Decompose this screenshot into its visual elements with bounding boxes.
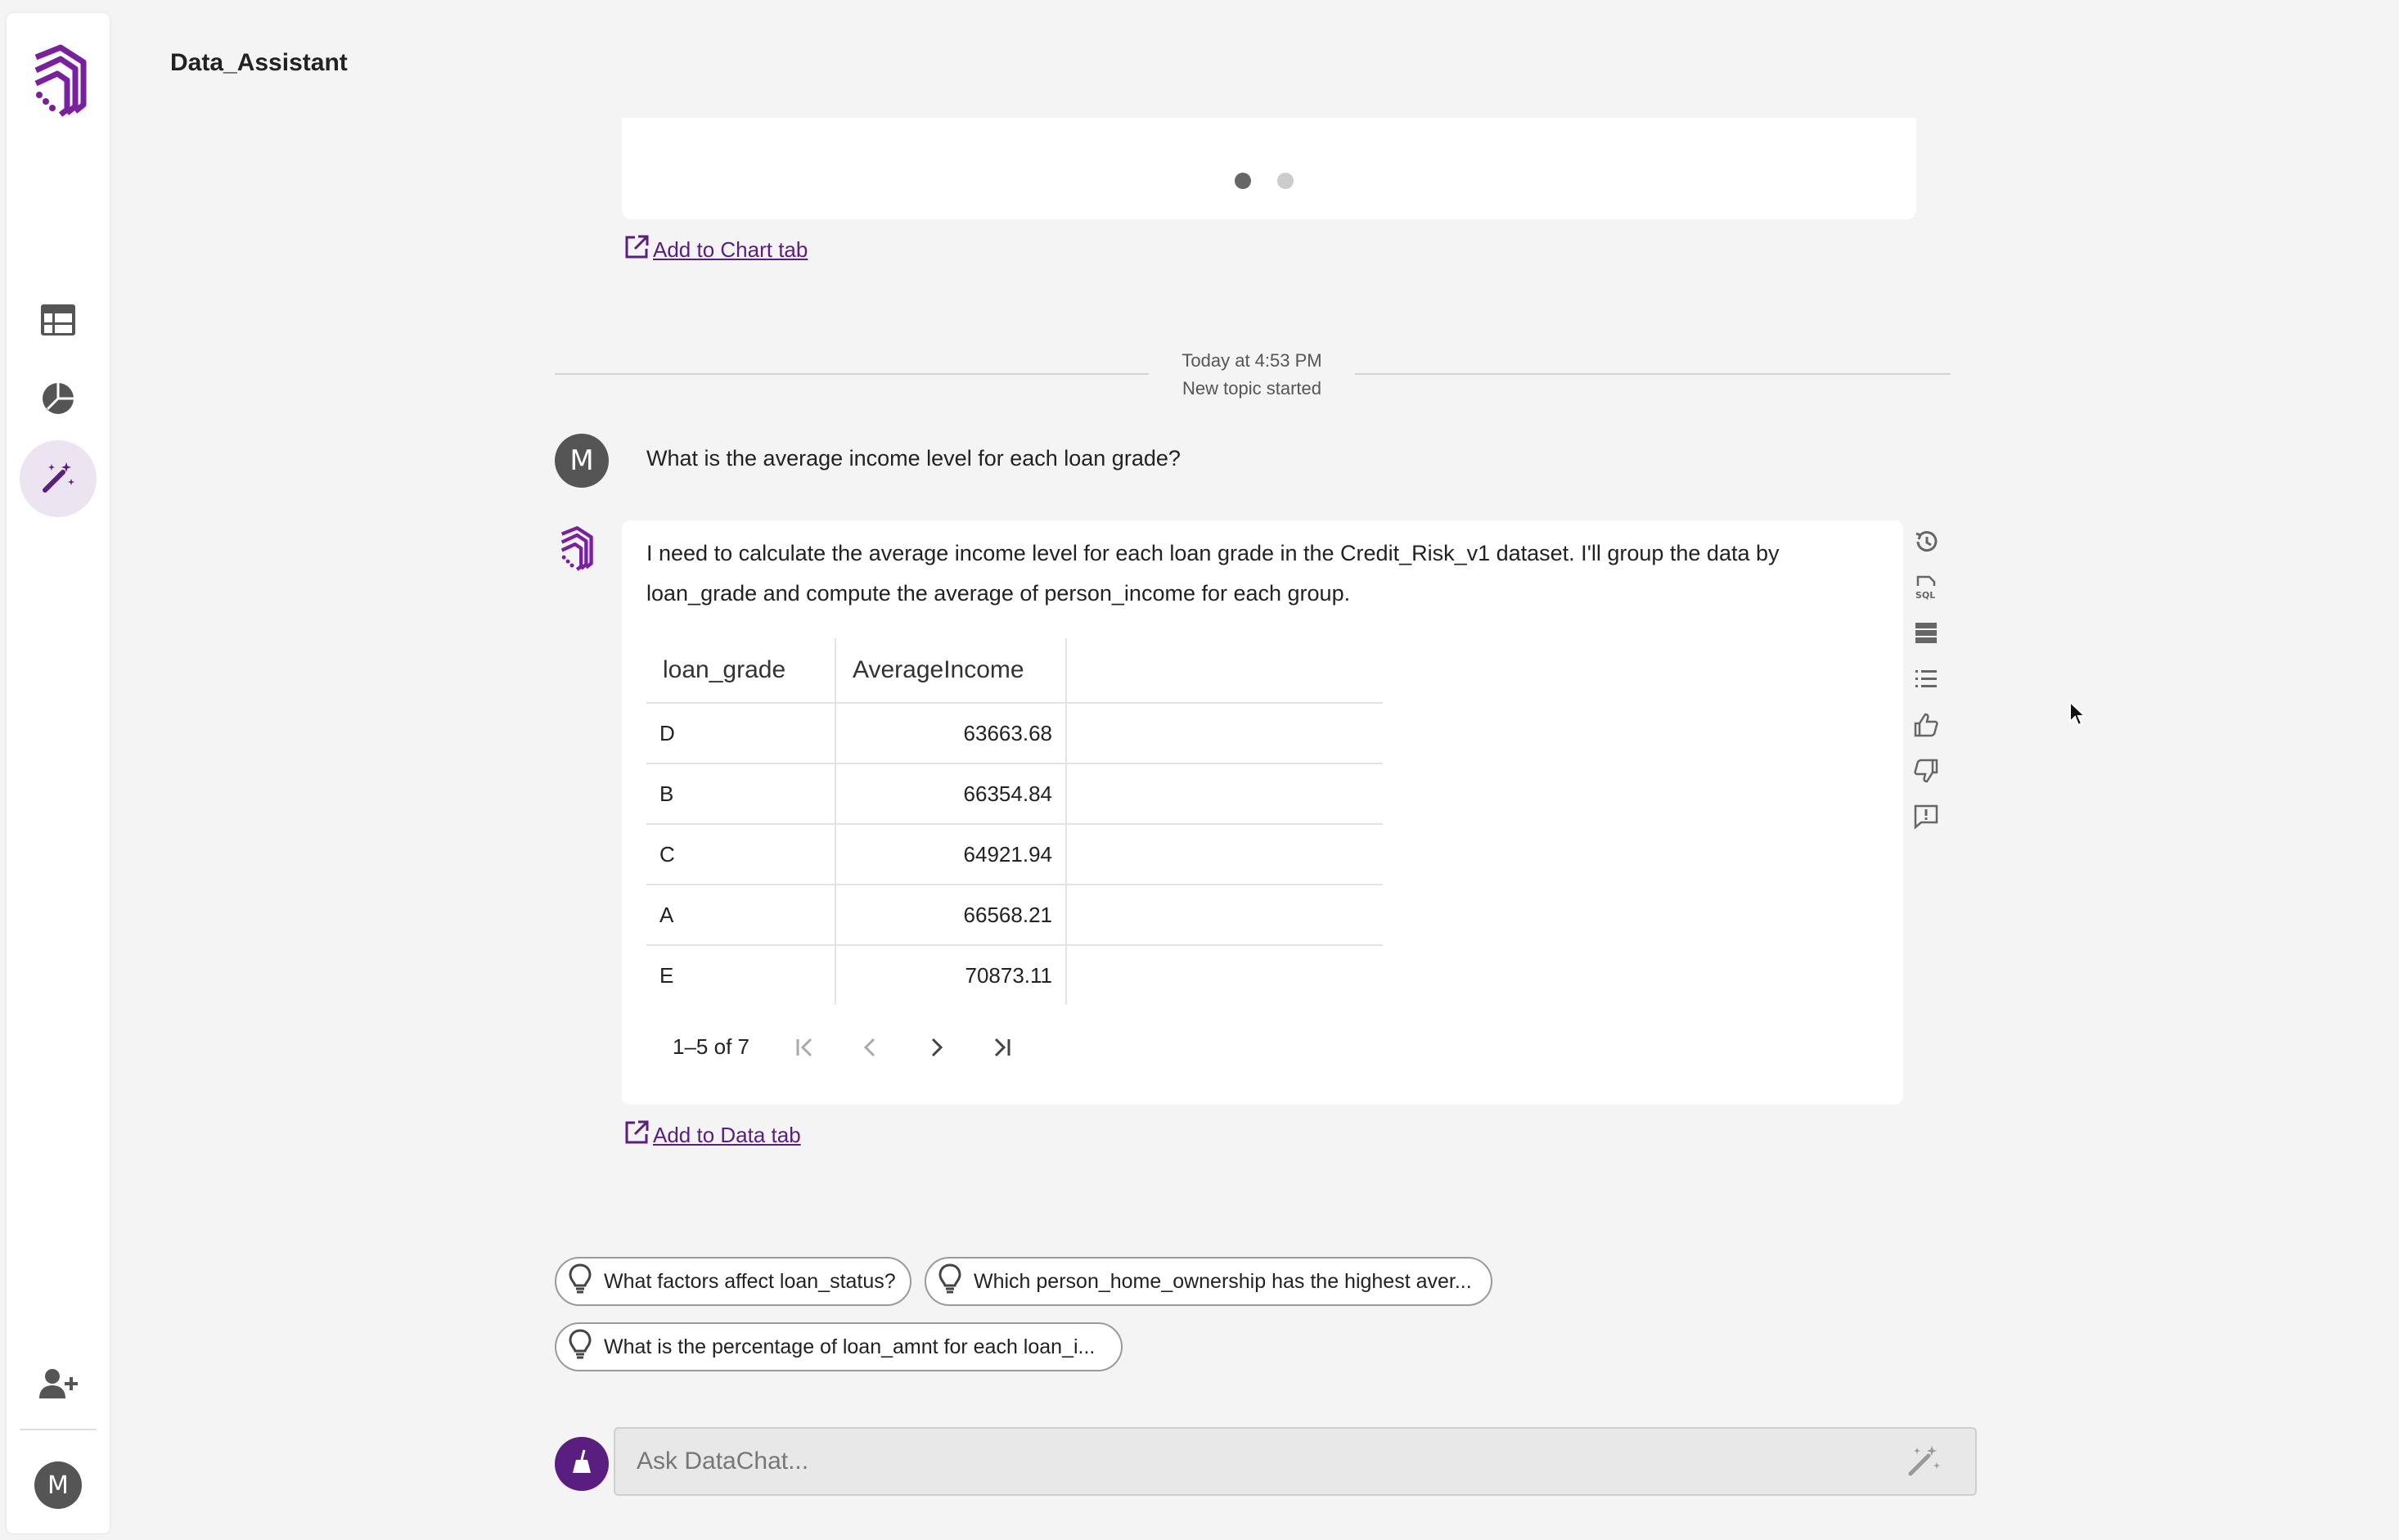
table-cell: 70873.11 xyxy=(835,945,1067,1005)
carousel-dot-2[interactable] xyxy=(1277,173,1294,189)
last-page-button[interactable] xyxy=(985,1033,1018,1065)
ask-input[interactable] xyxy=(614,1427,1977,1496)
history-button[interactable] xyxy=(1911,529,1941,558)
sql-icon: SQL xyxy=(1913,574,1939,605)
suggestion-chip[interactable]: What is the percentage of loan_amnt for … xyxy=(555,1322,1123,1371)
sidebar-item-charts[interactable] xyxy=(20,362,97,439)
broom-icon xyxy=(568,1448,596,1480)
carousel-dot-1[interactable] xyxy=(1235,173,1251,189)
suggestion-text: What factors affect loan_status? xyxy=(604,1269,896,1293)
last-page-icon xyxy=(989,1035,1014,1064)
add-to-chart-tab-link[interactable]: Add to Chart tab xyxy=(623,234,808,266)
lightbulb-icon xyxy=(568,1263,592,1301)
table-cell: 66354.84 xyxy=(835,763,1067,825)
add-to-data-tab-label: Add to Data tab xyxy=(653,1123,801,1147)
divider-line-right xyxy=(1355,373,1951,375)
chevron-left-icon xyxy=(858,1035,883,1064)
table-cell xyxy=(1066,703,1383,764)
sidebar-divider xyxy=(20,1429,97,1430)
table-cell xyxy=(1066,885,1383,946)
open-external-icon xyxy=(623,234,650,266)
feedback-button[interactable] xyxy=(1911,804,1941,833)
previous-page-button[interactable] xyxy=(854,1033,887,1065)
add-user-icon xyxy=(38,1367,78,1404)
table-cell xyxy=(1066,945,1383,1005)
table-cell: C xyxy=(646,824,836,885)
table-cell: A xyxy=(646,885,836,946)
table-row: C 64921.94 xyxy=(646,824,1383,885)
table-cell: 64921.94 xyxy=(835,824,1067,885)
sidebar-item-assistant[interactable] xyxy=(20,440,97,517)
chart-card xyxy=(622,118,1916,219)
lightbulb-icon xyxy=(938,1263,962,1301)
assistant-message-text: I need to calculate the average income l… xyxy=(646,541,1780,606)
thumbs-up-icon xyxy=(1913,712,1939,742)
table-cell xyxy=(1066,824,1383,885)
table-row: E 70873.11 xyxy=(646,945,1383,1005)
magic-wand-button[interactable] xyxy=(1903,1442,1944,1483)
data-icon xyxy=(1913,620,1939,651)
steps-list-icon xyxy=(1913,666,1939,696)
divider-topic-label: New topic started xyxy=(1182,378,1321,399)
table-header-row: loan_grade AverageIncome xyxy=(646,638,1383,704)
table-cell: 63663.68 xyxy=(835,703,1067,764)
chevron-right-icon xyxy=(924,1035,948,1064)
result-table: loan_grade AverageIncome D 63663.68 B 66… xyxy=(646,638,1383,1005)
sidebar-item-data[interactable] xyxy=(20,283,97,360)
steps-button[interactable] xyxy=(1911,666,1941,696)
first-page-button[interactable] xyxy=(789,1033,821,1065)
add-to-data-tab-link[interactable]: Add to Data tab xyxy=(623,1119,801,1151)
sql-button[interactable]: SQL xyxy=(1911,574,1941,604)
table-cell: B xyxy=(646,763,836,825)
suggestion-text: What is the percentage of loan_amnt for … xyxy=(604,1335,1096,1358)
add-to-chart-tab-label: Add to Chart tab xyxy=(653,237,808,262)
first-page-icon xyxy=(793,1035,817,1064)
table-cell: E xyxy=(646,945,836,1005)
magic-wand-icon xyxy=(40,459,76,499)
column-header-average-income[interactable]: AverageIncome xyxy=(835,638,1067,704)
page-title: Data_Assistant xyxy=(170,49,348,76)
svg-text:SQL: SQL xyxy=(1915,590,1935,601)
app-logo[interactable] xyxy=(25,41,93,119)
suggestion-chip[interactable]: Which person_home_ownership has the high… xyxy=(925,1257,1492,1306)
assistant-avatar-icon xyxy=(555,524,597,577)
table-row: A 66568.21 xyxy=(646,885,1383,946)
mouse-cursor-icon xyxy=(2068,700,2088,732)
lightbulb-icon xyxy=(568,1328,592,1367)
open-external-icon xyxy=(623,1119,650,1151)
clear-chat-button[interactable] xyxy=(555,1437,609,1491)
column-header-empty xyxy=(1066,638,1383,704)
divider-timestamp: Today at 4:53 PM xyxy=(1181,350,1322,371)
table-cell xyxy=(1066,763,1383,825)
thumbs-up-button[interactable] xyxy=(1911,712,1941,741)
add-user-button[interactable] xyxy=(20,1347,97,1424)
table-icon xyxy=(40,304,76,340)
suggestion-text: Which person_home_ownership has the high… xyxy=(974,1269,1472,1293)
history-icon xyxy=(1913,529,1939,559)
divider-line-left xyxy=(555,373,1149,375)
message-user-avatar: M xyxy=(555,434,609,488)
table-row: D 63663.68 xyxy=(646,703,1383,764)
sidebar: M xyxy=(7,13,110,1533)
column-header-loan-grade[interactable]: loan_grade xyxy=(646,638,836,704)
magic-wand-icon xyxy=(1906,1443,1942,1483)
feedback-icon xyxy=(1913,804,1939,834)
table-row: B 66354.84 xyxy=(646,763,1383,825)
pie-chart-icon xyxy=(41,381,75,420)
suggestion-chip[interactable]: What factors affect loan_status? xyxy=(555,1257,911,1306)
pagination-label: 1–5 of 7 xyxy=(673,1034,749,1059)
thumbs-down-icon xyxy=(1913,758,1939,788)
user-avatar-button[interactable]: M xyxy=(34,1461,82,1509)
table-cell: D xyxy=(646,703,836,764)
table-cell: 66568.21 xyxy=(835,885,1067,946)
data-button[interactable] xyxy=(1911,620,1941,650)
next-page-button[interactable] xyxy=(920,1033,952,1065)
thumbs-down-button[interactable] xyxy=(1911,758,1941,787)
user-message-text: What is the average income level for eac… xyxy=(646,446,1181,471)
